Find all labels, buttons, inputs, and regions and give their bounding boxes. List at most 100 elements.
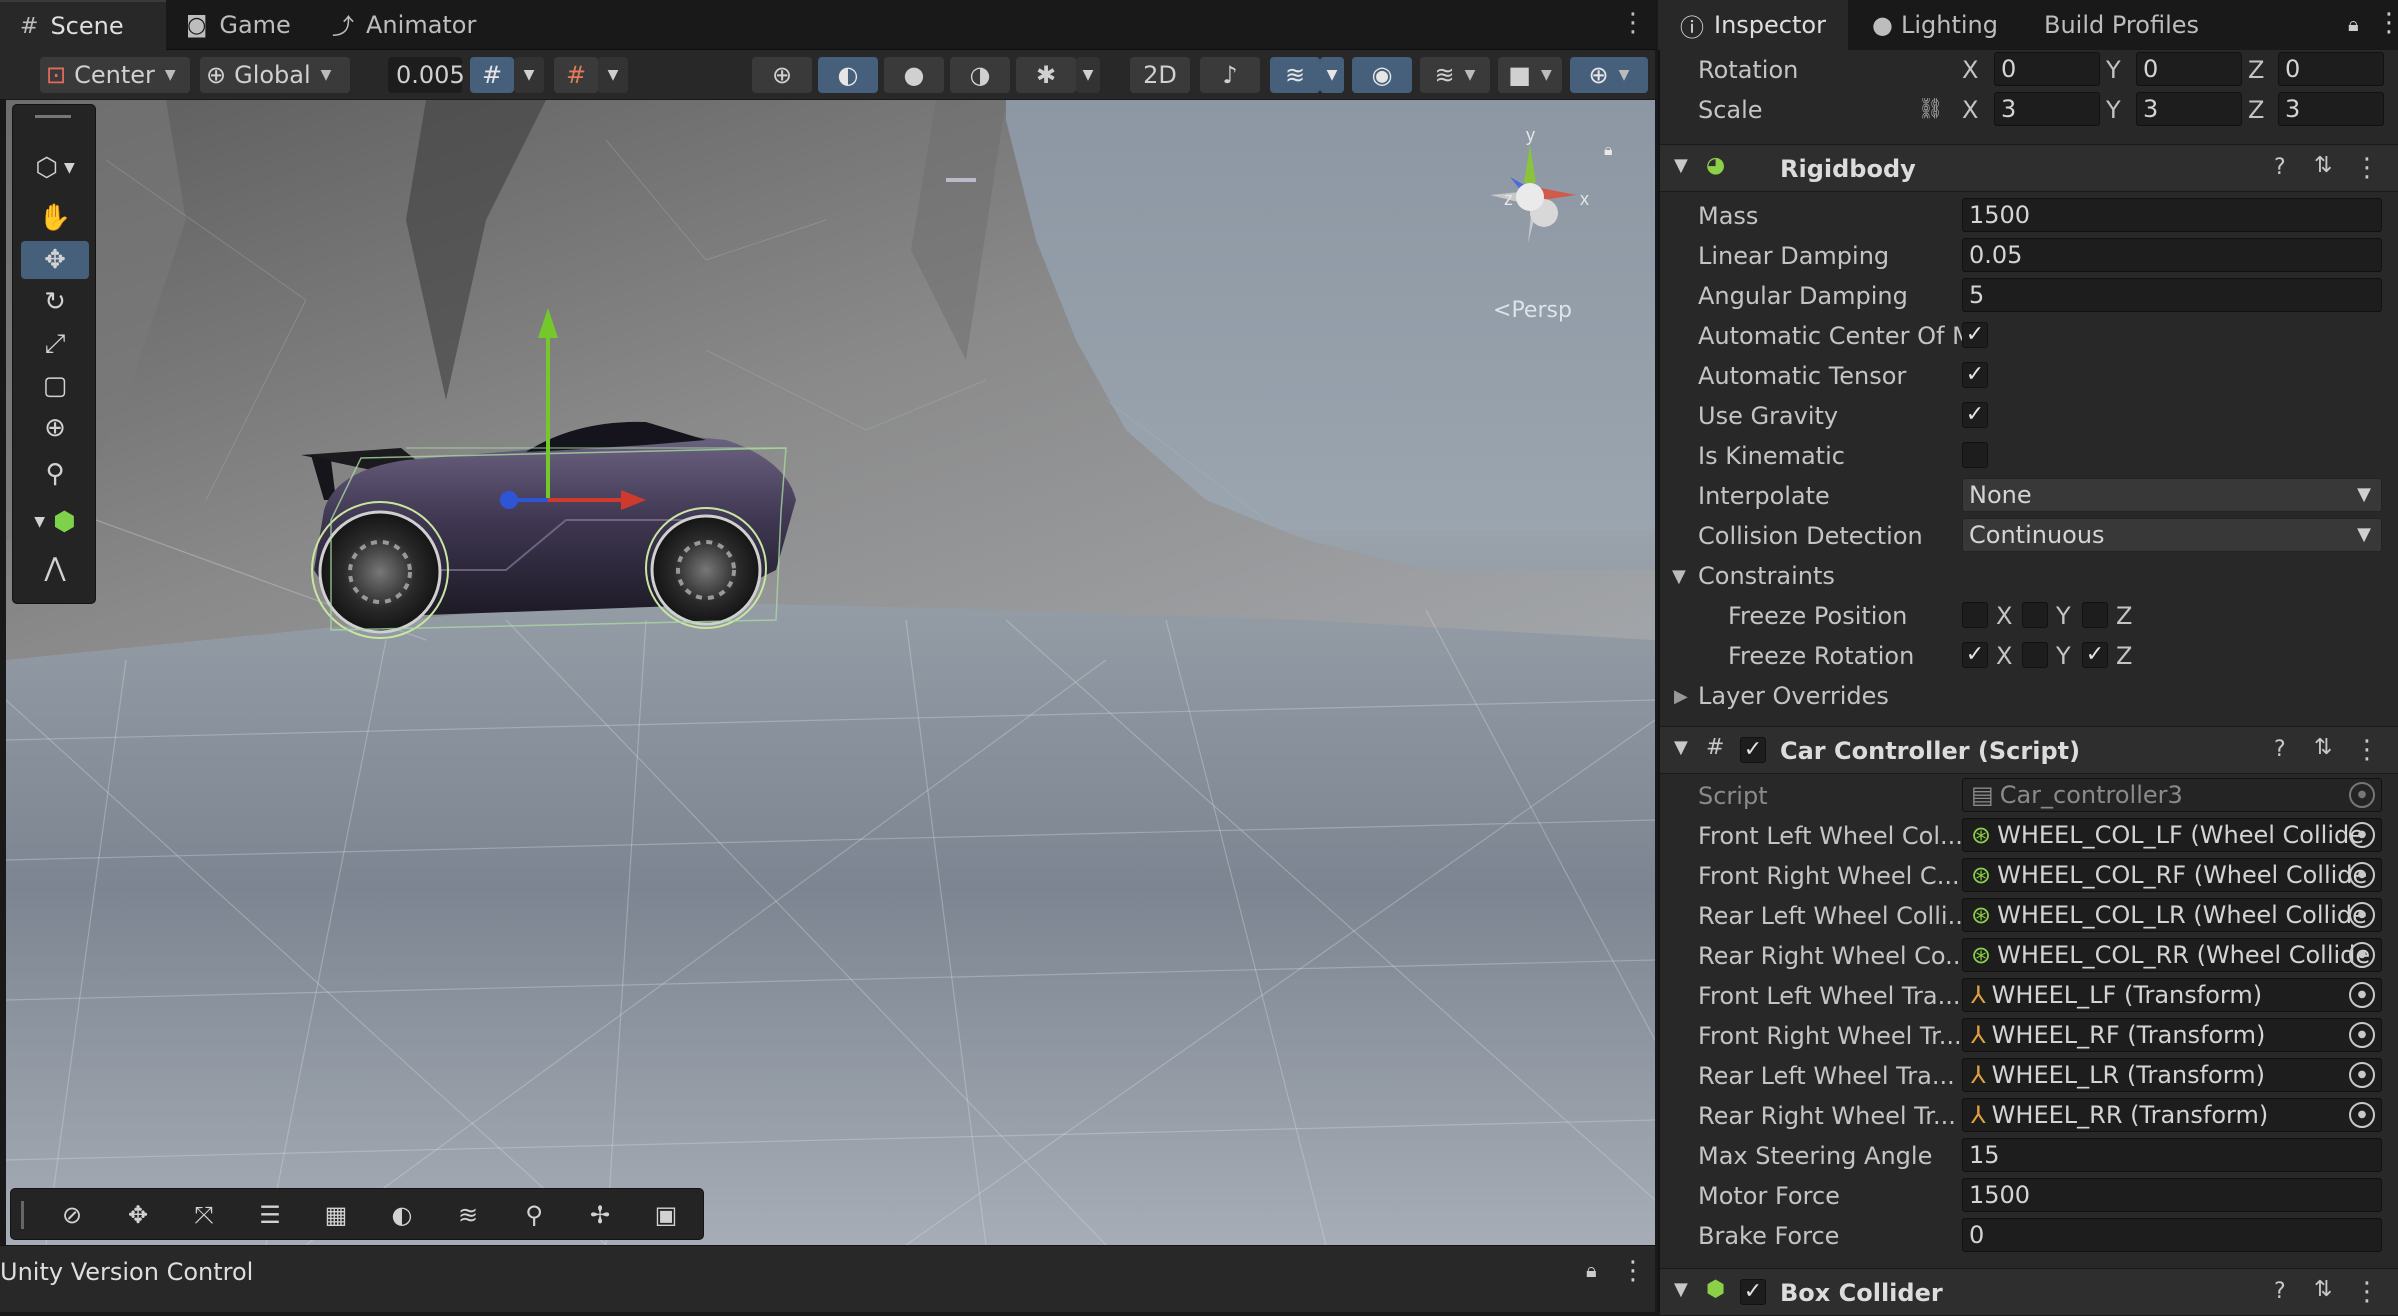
is-kinematic-checkbox[interactable]	[1962, 442, 1988, 468]
2d-toggle-icon[interactable]: 2D	[1130, 57, 1190, 93]
scale-x-field[interactable]: 3	[1994, 92, 2100, 126]
increment-snap-dropdown[interactable]: ▼	[598, 57, 628, 93]
menu-icon[interactable]: ⋮	[1620, 1256, 1646, 1286]
object-picker-icon[interactable]: ●	[2349, 1022, 2375, 1048]
move-tool-icon[interactable]: ✥	[21, 241, 89, 279]
box-collider-header[interactable]: ▼ ⬢ ✓ Box Collider ? ⇅ ⋮	[1660, 1268, 2398, 1316]
shaded-icon[interactable]: ●	[884, 57, 944, 93]
foldout-arrow-icon[interactable]: ▼	[1674, 737, 1688, 758]
lock-icon[interactable]: 🔒︎	[2348, 12, 2359, 36]
object-picker-icon[interactable]: ●	[2349, 862, 2375, 888]
object-picker-icon[interactable]: ●	[2349, 902, 2375, 928]
help-icon[interactable]: ?	[2274, 737, 2286, 762]
ref-field[interactable]: ⅄ WHEEL_RR (Transform) ●	[1962, 1098, 2382, 1132]
ref-field[interactable]: ⅄ WHEEL_LR (Transform) ●	[1962, 1058, 2382, 1092]
hand-tool-icon[interactable]: ✋	[21, 199, 89, 237]
orientation-gizmo[interactable]: y x z	[1480, 125, 1610, 275]
navigate-icon[interactable]: ⊘	[43, 1195, 101, 1235]
tab-scene[interactable]: # Scene	[0, 0, 166, 50]
grid-snap-icon[interactable]: #	[470, 57, 514, 93]
tab-game[interactable]: ◙ Game	[166, 0, 306, 50]
brake-force-field[interactable]: 0	[1962, 1218, 2382, 1252]
path-tool-icon[interactable]: ⋀	[21, 549, 89, 587]
freeze-rotation-x-checkbox[interactable]: ✓	[1962, 642, 1988, 668]
scale-z-field[interactable]: 3	[2278, 92, 2384, 126]
freeze-position-z-checkbox[interactable]	[2082, 602, 2108, 628]
foldout-arrow-icon[interactable]: ▼	[1674, 155, 1688, 176]
object-picker-icon[interactable]: ●	[2349, 982, 2375, 1008]
unlit-icon[interactable]: ◑	[950, 57, 1010, 93]
motor-force-field[interactable]: 1500	[1962, 1178, 2382, 1212]
component-menu-icon[interactable]: ⋮	[2354, 153, 2380, 183]
use-gravity-checkbox[interactable]: ✓	[1962, 402, 1988, 428]
wireframe-shading-icon[interactable]: ⊕	[752, 57, 812, 93]
enabled-checkbox[interactable]: ✓	[1740, 1279, 1766, 1305]
camera-dropdown-icon[interactable]: ■ ▼	[1498, 57, 1562, 93]
shaded-wireframe-icon[interactable]: ◐	[818, 57, 878, 93]
foldout-arrow-icon[interactable]: ▼	[1674, 1279, 1688, 1300]
enabled-checkbox[interactable]: ✓	[1740, 737, 1766, 763]
freeze-position-y-checkbox[interactable]	[2022, 602, 2048, 628]
pivot-icon[interactable]: ✢	[571, 1195, 629, 1235]
preset-icon[interactable]: ⇅	[2314, 153, 2332, 178]
collider-edit-icon[interactable]: ▼ ⬢	[21, 503, 89, 541]
component-menu-icon[interactable]: ⋮	[2354, 735, 2380, 765]
scale-tool-icon[interactable]: ⤢	[21, 325, 89, 363]
linear-damping-field[interactable]: 0.05	[1962, 238, 2382, 272]
sliders-icon[interactable]: ☰	[241, 1195, 299, 1235]
grid-snap-dropdown[interactable]: ▼	[514, 57, 544, 93]
snap-increment-field[interactable]: 0.005	[388, 57, 465, 93]
constraints-foldout-icon[interactable]: ▼	[1672, 566, 1686, 587]
effects-dropdown[interactable]: ▼	[1320, 57, 1344, 93]
overlay-handle[interactable]	[21, 1201, 24, 1229]
help-icon[interactable]: ?	[2274, 1279, 2286, 1304]
object-picker-icon[interactable]: ●	[2349, 942, 2375, 968]
ref-field[interactable]: ⊛ WHEEL_COL_RR (Wheel Collide ●	[1962, 938, 2382, 972]
tab-build-profiles[interactable]: Build Profiles	[2044, 0, 2244, 50]
effects-toggle-icon[interactable]: ≋	[1270, 57, 1320, 93]
freeze-position-x-checkbox[interactable]	[1962, 602, 1988, 628]
pivot-rotation-dropdown[interactable]: ⊕ Global ▼	[200, 57, 350, 93]
rotation-x-field[interactable]: 0	[1994, 52, 2100, 86]
layer-overrides-label[interactable]: Layer Overrides	[1698, 682, 1889, 710]
freeze-rotation-z-checkbox[interactable]: ✓	[2082, 642, 2108, 668]
rotation-z-field[interactable]: 0	[2278, 52, 2384, 86]
object-picker-icon[interactable]: ●	[2349, 1102, 2375, 1128]
draw-mode-dropdown[interactable]: ▼	[1076, 57, 1100, 93]
audio-toggle-icon[interactable]: ♪	[1200, 57, 1260, 93]
pivot-mode-dropdown[interactable]: ⊡ Center ▼	[40, 57, 190, 93]
preset-icon[interactable]: ⇅	[2314, 735, 2332, 760]
object-picker-icon[interactable]: ●	[2349, 822, 2375, 848]
object-picker-icon[interactable]: ●	[2349, 1062, 2375, 1088]
auto-center-checkbox[interactable]: ✓	[1962, 322, 1988, 348]
layers-icon[interactable]: ≋	[439, 1195, 497, 1235]
rotation-y-field[interactable]: 0	[2136, 52, 2242, 86]
tab-animator[interactable]: ⤴ Animator	[312, 0, 492, 50]
help-icon[interactable]: ?	[2274, 155, 2286, 180]
car-controller-header[interactable]: ▼ # ✓ Car Controller (Script) ? ⇅ ⋮	[1660, 726, 2398, 774]
tab-lighting[interactable]: ● Lighting	[1872, 0, 2012, 50]
auto-tensor-checkbox[interactable]: ✓	[1962, 362, 1988, 388]
gizmos-dropdown-icon[interactable]: ⊕ ▼	[1570, 57, 1648, 93]
angular-damping-field[interactable]: 5	[1962, 278, 2382, 312]
visibility-eye-icon[interactable]: ◉	[1352, 57, 1412, 93]
component-menu-icon[interactable]: ⋮	[2354, 1277, 2380, 1307]
move-arrows-icon[interactable]: ✥	[109, 1195, 167, 1235]
overlay-handle[interactable]	[35, 115, 71, 118]
debug-draw-icon[interactable]: ✱	[1016, 57, 1076, 93]
ref-field[interactable]: ⅄ WHEEL_RF (Transform) ●	[1962, 1018, 2382, 1052]
rotate-tool-icon[interactable]: ↻	[21, 283, 89, 321]
increment-snap-icon[interactable]: #	[554, 57, 598, 93]
custom-tool-icon[interactable]: ⚲	[21, 455, 89, 493]
interpolate-dropdown[interactable]: None ▼	[1962, 478, 2382, 512]
camera-icon[interactable]: ▣	[637, 1195, 695, 1235]
preset-icon[interactable]: ⇅	[2314, 1277, 2332, 1302]
lock-icon[interactable]: 🔒︎	[1604, 140, 1613, 160]
tab-menu-icon[interactable]: ⋮	[1620, 8, 1646, 38]
tab-inspector[interactable]: ⓘ Inspector	[1658, 0, 1848, 50]
scale-y-field[interactable]: 3	[2136, 92, 2242, 126]
ref-field[interactable]: ⊛ WHEEL_COL_LF (Wheel Collide ●	[1962, 818, 2382, 852]
layers-dropdown-icon[interactable]: ≋ ▼	[1420, 57, 1490, 93]
lock-icon[interactable]: 🔒︎	[1586, 1258, 1597, 1282]
max-steering-field[interactable]: 15	[1962, 1138, 2382, 1172]
